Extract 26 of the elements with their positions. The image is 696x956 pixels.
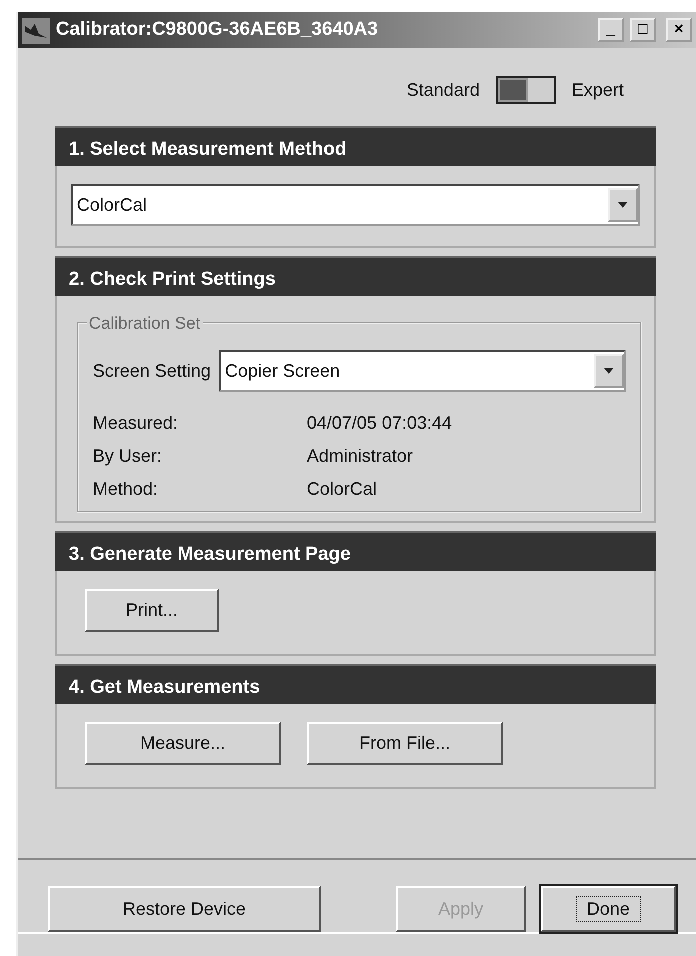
action-button[interactable]: Print... bbox=[85, 589, 219, 632]
section-header: 2. Check Print Settings bbox=[55, 256, 656, 296]
mode-label: Expert bbox=[572, 78, 624, 102]
footer-button[interactable]: Restore Device bbox=[48, 886, 321, 932]
section-header: 4. Get Measurements bbox=[55, 664, 656, 704]
info-label: Measured: bbox=[93, 412, 180, 435]
screen-setting-dropdown[interactable]: Copier Screen bbox=[219, 350, 626, 392]
field-label: Screen Setting bbox=[93, 360, 212, 383]
method-dropdown[interactable]: ColorCal bbox=[71, 184, 640, 226]
section-header: 1. Select Measurement Method bbox=[55, 126, 656, 166]
footer-button[interactable]: Done bbox=[541, 886, 676, 932]
close-button[interactable]: × bbox=[666, 18, 692, 42]
info-label: Method: bbox=[93, 478, 160, 501]
mode-toggle[interactable] bbox=[496, 76, 556, 104]
info-label: By User: bbox=[93, 445, 164, 468]
info-value: 04/07/05 07:03:44 bbox=[307, 412, 454, 435]
info-value: Administrator bbox=[307, 445, 414, 468]
window-title: Calibrator:C9800G-36AE6B_3640A3 bbox=[56, 18, 380, 42]
maximize-button[interactable]: □ bbox=[630, 18, 656, 42]
minimize-button[interactable]: _ bbox=[598, 18, 624, 42]
mode-label: Standard bbox=[406, 78, 480, 102]
section-header: 3. Generate Measurement Page bbox=[55, 531, 656, 571]
info-value: ColorCal bbox=[307, 478, 378, 501]
action-button[interactable]: From File... bbox=[307, 722, 503, 765]
action-button[interactable]: Measure... bbox=[85, 722, 281, 765]
app-icon bbox=[22, 16, 50, 44]
